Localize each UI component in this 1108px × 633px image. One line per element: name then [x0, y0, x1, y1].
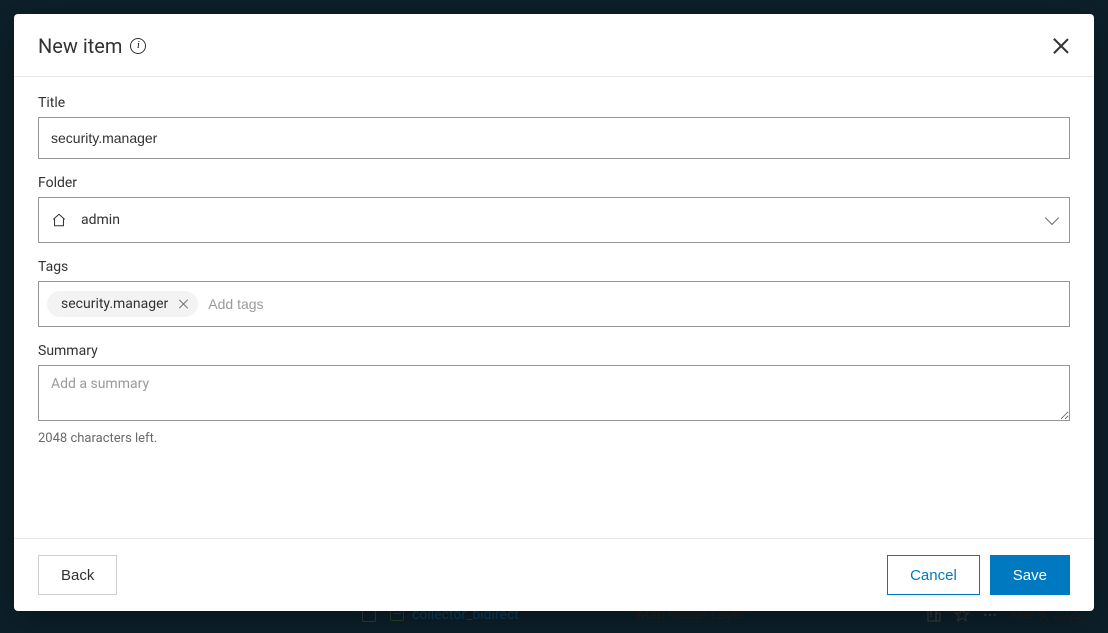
summary-helper-text: 2048 characters left.	[38, 431, 1070, 446]
modal-header: New item i	[14, 14, 1094, 77]
folder-value: admin	[81, 212, 120, 228]
save-button[interactable]: Save	[990, 555, 1070, 595]
folder-label: Folder	[38, 175, 1070, 191]
modal-body: Title Folder admin Tags security.manager	[14, 77, 1094, 538]
summary-textarea[interactable]	[38, 365, 1070, 421]
chevron-down-icon	[1045, 211, 1059, 225]
close-button[interactable]	[1052, 37, 1070, 55]
home-icon	[51, 213, 67, 227]
tag-chip: security.manager	[47, 291, 198, 317]
tag-chip-label: security.manager	[61, 296, 168, 312]
summary-label: Summary	[38, 343, 1070, 359]
title-input[interactable]	[38, 117, 1070, 159]
modal-title: New item	[38, 34, 122, 58]
modal-footer: Back Cancel Save	[14, 538, 1094, 611]
new-item-modal: New item i Title Folder admin Tags	[14, 14, 1094, 611]
tag-remove-button[interactable]	[178, 298, 190, 310]
tags-label: Tags	[38, 259, 1070, 275]
info-icon[interactable]: i	[130, 38, 146, 54]
tags-field: Tags security.manager	[38, 259, 1070, 327]
cancel-button[interactable]: Cancel	[887, 555, 980, 595]
tags-input-wrap[interactable]: security.manager	[38, 281, 1070, 327]
tags-input[interactable]	[206, 292, 1061, 316]
folder-field: Folder admin	[38, 175, 1070, 243]
back-button[interactable]: Back	[38, 555, 117, 595]
title-field: Title	[38, 95, 1070, 159]
summary-field: Summary 2048 characters left.	[38, 343, 1070, 446]
folder-select[interactable]: admin	[38, 197, 1070, 243]
title-label: Title	[38, 95, 1070, 111]
